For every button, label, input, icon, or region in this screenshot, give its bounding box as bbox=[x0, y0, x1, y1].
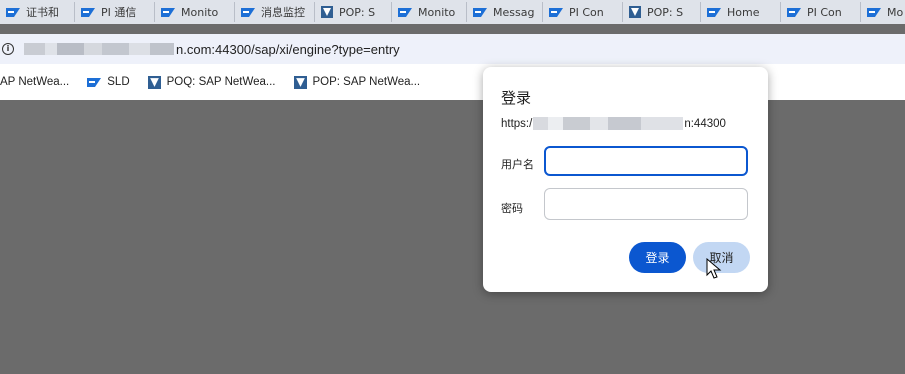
bookmarks-bar: AP NetWea... SLD POQ: SAP NetWea... POP:… bbox=[0, 64, 905, 100]
username-label: 用户名 bbox=[501, 158, 534, 171]
sap-icon bbox=[549, 7, 563, 17]
sap-icon bbox=[161, 7, 175, 17]
address-bar[interactable]: i n.com:44300/sap/xi/engine?type=entry bbox=[0, 34, 905, 64]
tab-strip: 证书和 PI 通信 Monito 消息监控 POP: S Monito Mess… bbox=[0, 0, 905, 24]
tab-5[interactable]: POP: S bbox=[315, 2, 392, 22]
tab-3[interactable]: Monito bbox=[155, 2, 235, 22]
url-redacted-segment bbox=[24, 43, 174, 55]
password-label: 密码 bbox=[501, 202, 523, 215]
sap-icon bbox=[787, 7, 801, 17]
sap-icon bbox=[473, 7, 487, 17]
tab-label: 消息监控 bbox=[261, 6, 305, 19]
tab-7[interactable]: Messag bbox=[467, 2, 543, 22]
tab-label: PI Con bbox=[569, 5, 604, 19]
username-field[interactable] bbox=[544, 146, 748, 176]
tab-label: 证书和 bbox=[26, 6, 59, 19]
origin-redacted-segment bbox=[533, 117, 684, 130]
tab-label: POP: S bbox=[647, 5, 684, 19]
tab-9[interactable]: POP: S bbox=[623, 2, 701, 22]
bookmark-poq[interactable]: POQ: SAP NetWea... bbox=[147, 75, 276, 89]
bookmark-label: AP NetWea... bbox=[0, 76, 70, 88]
tab-1[interactable]: 证书和 bbox=[0, 2, 75, 22]
info-icon[interactable]: i bbox=[2, 43, 14, 55]
tab-label: PI Con bbox=[807, 5, 842, 19]
bookmark-1[interactable]: AP NetWea... bbox=[0, 76, 69, 88]
bookmark-pop[interactable]: POP: SAP NetWea... bbox=[293, 75, 421, 89]
bookmark-label: POQ: SAP NetWea... bbox=[166, 76, 276, 88]
tab-2[interactable]: PI 通信 bbox=[75, 2, 155, 22]
origin-prefix: https:/ bbox=[501, 117, 533, 130]
bookmark-sld[interactable]: SLD bbox=[87, 76, 130, 88]
sap-icon bbox=[6, 7, 20, 17]
tab-11[interactable]: PI Con bbox=[781, 2, 861, 22]
tab-label: Home bbox=[727, 5, 760, 19]
origin-suffix: n:44300 bbox=[684, 117, 726, 130]
tab-label: Monito bbox=[181, 5, 219, 19]
tab-label: Monito bbox=[418, 5, 456, 19]
bookmark-label: SLD bbox=[107, 76, 130, 88]
mouse-cursor-icon bbox=[706, 258, 722, 279]
sap-icon bbox=[867, 7, 881, 17]
sap-portal-icon bbox=[293, 75, 307, 89]
sap-portal-icon bbox=[147, 75, 161, 89]
tab-8[interactable]: PI Con bbox=[543, 2, 623, 22]
tab-label: Messag bbox=[493, 5, 535, 19]
bookmark-label: POP: SAP NetWea... bbox=[312, 76, 421, 88]
sap-icon bbox=[398, 7, 412, 17]
sap-portal-icon bbox=[629, 6, 641, 18]
password-field[interactable] bbox=[544, 188, 748, 220]
tab-label: Mo bbox=[887, 5, 904, 19]
sap-icon bbox=[707, 7, 721, 17]
tab-label: POP: S bbox=[339, 5, 376, 19]
sap-icon bbox=[87, 77, 102, 87]
login-button[interactable]: 登录 bbox=[629, 242, 686, 273]
sap-icon bbox=[241, 7, 255, 17]
dialog-title: 登录 bbox=[501, 89, 532, 107]
url-text: n.com:44300/sap/xi/engine?type=entry bbox=[176, 41, 400, 57]
tab-12[interactable]: Mo bbox=[861, 2, 905, 22]
sap-portal-icon bbox=[321, 6, 333, 18]
tab-10[interactable]: Home bbox=[701, 2, 781, 22]
tab-label: PI 通信 bbox=[101, 6, 137, 19]
sap-icon bbox=[81, 7, 95, 17]
tab-6[interactable]: Monito bbox=[392, 2, 467, 22]
tab-4[interactable]: 消息监控 bbox=[235, 2, 315, 22]
login-dialog: 登录 https:/ n:44300 用户名 密码 登录 取消 bbox=[483, 67, 768, 292]
dialog-origin: https:/ n:44300 bbox=[501, 117, 726, 130]
